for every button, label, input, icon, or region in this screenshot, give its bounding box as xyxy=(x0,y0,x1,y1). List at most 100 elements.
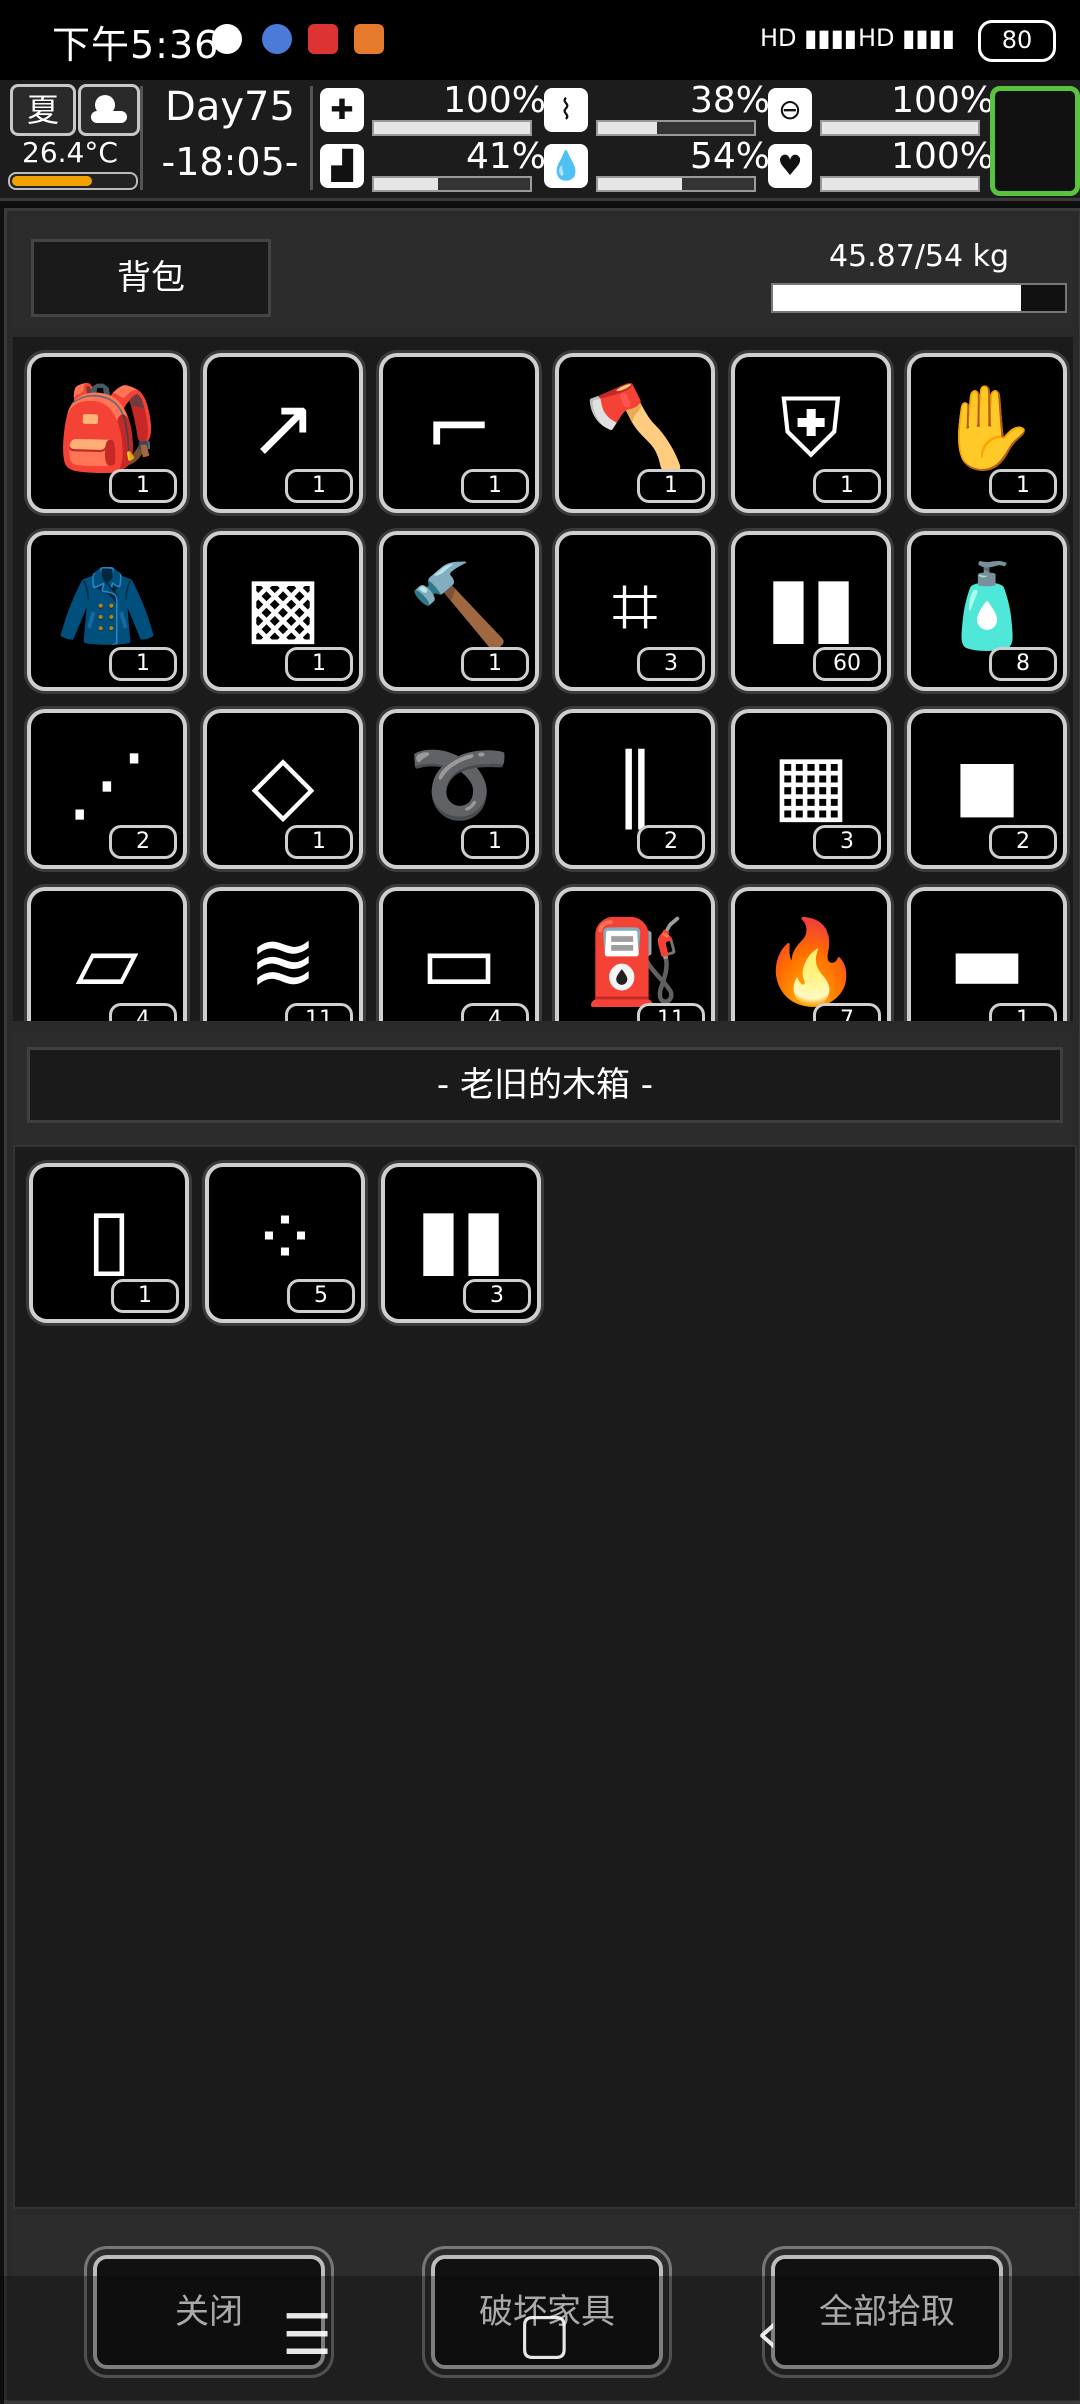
item-count-badge: 1 xyxy=(111,1279,179,1313)
item-slot[interactable]: ⁘ 5 xyxy=(205,1163,365,1323)
item-count-badge: 3 xyxy=(637,647,705,681)
item-count-badge: 1 xyxy=(989,1003,1057,1021)
item-slot[interactable]: ◼ 2 xyxy=(907,709,1067,869)
item-count-badge: 11 xyxy=(637,1003,705,1021)
item-count-badge: 1 xyxy=(813,469,881,503)
stat-bar xyxy=(372,176,532,192)
item-count-badge: 1 xyxy=(461,469,529,503)
stomach-icon: ⌇ xyxy=(544,88,588,132)
stat-bar xyxy=(820,120,980,136)
stat-bar xyxy=(596,120,756,136)
stat-value: 100% xyxy=(891,80,994,121)
item-slot[interactable]: ▦ 3 xyxy=(731,709,891,869)
item-count-badge: 2 xyxy=(637,825,705,859)
item-slot[interactable]: 🎒 1 xyxy=(27,353,187,513)
foot-icon: ▟ xyxy=(320,144,364,188)
item-slot[interactable]: ▮▮ 3 xyxy=(381,1163,541,1323)
app-icon xyxy=(262,24,292,54)
item-count-badge: 2 xyxy=(989,825,1057,859)
item-slot[interactable]: 🔨 1 xyxy=(379,531,539,691)
weather-icon xyxy=(78,84,140,136)
item-slot[interactable]: ↗ 1 xyxy=(203,353,363,513)
item-slot[interactable]: ➰ 1 xyxy=(379,709,539,869)
health-icon: ✚ xyxy=(320,88,364,132)
item-count-badge: 1 xyxy=(461,825,529,859)
energy-icon: ⊖ xyxy=(768,88,812,132)
season-badge: 夏 xyxy=(10,84,76,136)
item-count-badge: 1 xyxy=(989,469,1057,503)
item-slot[interactable]: ⛨ 1 xyxy=(731,353,891,513)
item-slot[interactable]: ▮▮ 60 xyxy=(731,531,891,691)
hud: 夏 26.4°C Day75 -18:05- ✚ 100% ⌇ 38% ⊖ 100% ▟ 41… xyxy=(0,80,1080,201)
item-count-badge: 11 xyxy=(285,1003,353,1021)
item-slot[interactable]: ▩ 1 xyxy=(203,531,363,691)
stat-value: 41% xyxy=(465,136,546,177)
status-time: 下午5:36 xyxy=(52,23,220,67)
signal-icon: HD ▮▮▮▮ xyxy=(760,24,857,52)
temperature-bar xyxy=(8,172,138,190)
crate-grid[interactable]: ▯ 1 ⁘ 5 ▮▮ 3 xyxy=(13,1145,1077,2209)
backpack-tab[interactable]: 背包 xyxy=(31,239,271,317)
item-count-badge: 5 xyxy=(287,1279,355,1313)
item-slot[interactable]: ▭ 4 xyxy=(379,887,539,1021)
item-slot[interactable]: ∥ 2 xyxy=(555,709,715,869)
app-icon xyxy=(354,24,384,54)
item-slot[interactable]: ⛽ 11 xyxy=(555,887,715,1021)
status-bar: 下午5:36 HD ▮▮▮▮ HD ▮▮▮▮ 80 xyxy=(0,0,1080,80)
item-count-badge: 3 xyxy=(813,825,881,859)
menu-icon[interactable]: ☰ xyxy=(282,2308,332,2364)
item-count-badge: 1 xyxy=(109,469,177,503)
inventory-header: 背包 45.87/54 kg xyxy=(13,217,1073,327)
item-count-badge: 1 xyxy=(461,647,529,681)
stat-bar xyxy=(820,176,980,192)
stat-bar xyxy=(372,120,532,136)
item-count-badge: 1 xyxy=(109,647,177,681)
item-count-badge: 2 xyxy=(109,825,177,859)
item-count-badge: 3 xyxy=(463,1279,531,1313)
item-count-badge: 4 xyxy=(461,1003,529,1021)
battery-indicator: 80 xyxy=(978,20,1056,62)
item-slot[interactable]: ⌐ 1 xyxy=(379,353,539,513)
item-slot[interactable]: ▬ 1 xyxy=(907,887,1067,1021)
game-clock: -18:05- xyxy=(161,140,299,184)
item-slot[interactable]: ⋰ 2 xyxy=(27,709,187,869)
heart-icon: ♥ xyxy=(768,144,812,188)
item-slot[interactable]: 🔥 7 xyxy=(731,887,891,1021)
item-slot[interactable]: ▯ 1 xyxy=(29,1163,189,1323)
day-counter: Day75 xyxy=(165,84,295,130)
stat-value: 38% xyxy=(689,80,770,121)
backpack-grid[interactable]: 🎒 1 ↗ 1 ⌐ 1 🪓 1 ⛨ 1 ✋ 1 🧥 1 ▩ 1 🔨 1 ⌗ 3 ▮▮ 60 🧴 8 ⋰ 2 ◇ 1 ➰ 1 ∥ 2 ▦ 3 ◼ 2 ▱ 4… xyxy=(13,337,1073,1021)
item-count-badge: 1 xyxy=(285,469,353,503)
item-count-badge: 4 xyxy=(109,1003,177,1021)
item-count-badge: 1 xyxy=(285,825,353,859)
quick-slot-button[interactable] xyxy=(990,86,1080,196)
item-slot[interactable]: ✋ 1 xyxy=(907,353,1067,513)
item-slot[interactable]: ▱ 4 xyxy=(27,887,187,1021)
crate-title: - 老旧的木箱 - xyxy=(27,1047,1063,1123)
stat-bar xyxy=(596,176,756,192)
item-slot[interactable]: ≋ 11 xyxy=(203,887,363,1021)
item-count-badge: 8 xyxy=(989,647,1057,681)
weight-readout: 45.87/54 kg xyxy=(828,239,1010,274)
item-slot[interactable]: 🧴 8 xyxy=(907,531,1067,691)
item-count-badge: 60 xyxy=(813,647,881,681)
stat-value: 54% xyxy=(689,136,770,177)
item-slot[interactable]: 🧥 1 xyxy=(27,531,187,691)
stat-value: 100% xyxy=(891,136,994,177)
weight-bar xyxy=(771,283,1067,313)
item-slot[interactable]: ⌗ 3 xyxy=(555,531,715,691)
item-slot[interactable]: 🪓 1 xyxy=(555,353,715,513)
inventory-panel: 背包 45.87/54 kg 🎒 1 ↗ 1 ⌐ 1 🪓 1 ⛨ 1 ✋ 1 🧥 1 ▩ 1 🔨 1 ⌗ 3 ▮▮ 60 🧴… xyxy=(4,208,1080,2404)
item-slot[interactable]: ◇ 1 xyxy=(203,709,363,869)
item-count-badge: 7 xyxy=(813,1003,881,1021)
item-count-badge: 1 xyxy=(285,647,353,681)
item-count-badge: 1 xyxy=(637,469,705,503)
back-icon[interactable]: ‹ xyxy=(756,2306,778,2362)
app-icon xyxy=(308,24,338,54)
stat-value: 100% xyxy=(443,80,546,121)
alarm-icon xyxy=(212,24,242,54)
signal-icon: HD ▮▮▮▮ xyxy=(858,24,955,52)
temperature-readout: 26.4°C xyxy=(22,136,118,169)
water-icon: 💧 xyxy=(544,144,588,188)
home-icon[interactable]: ▢ xyxy=(518,2306,571,2362)
